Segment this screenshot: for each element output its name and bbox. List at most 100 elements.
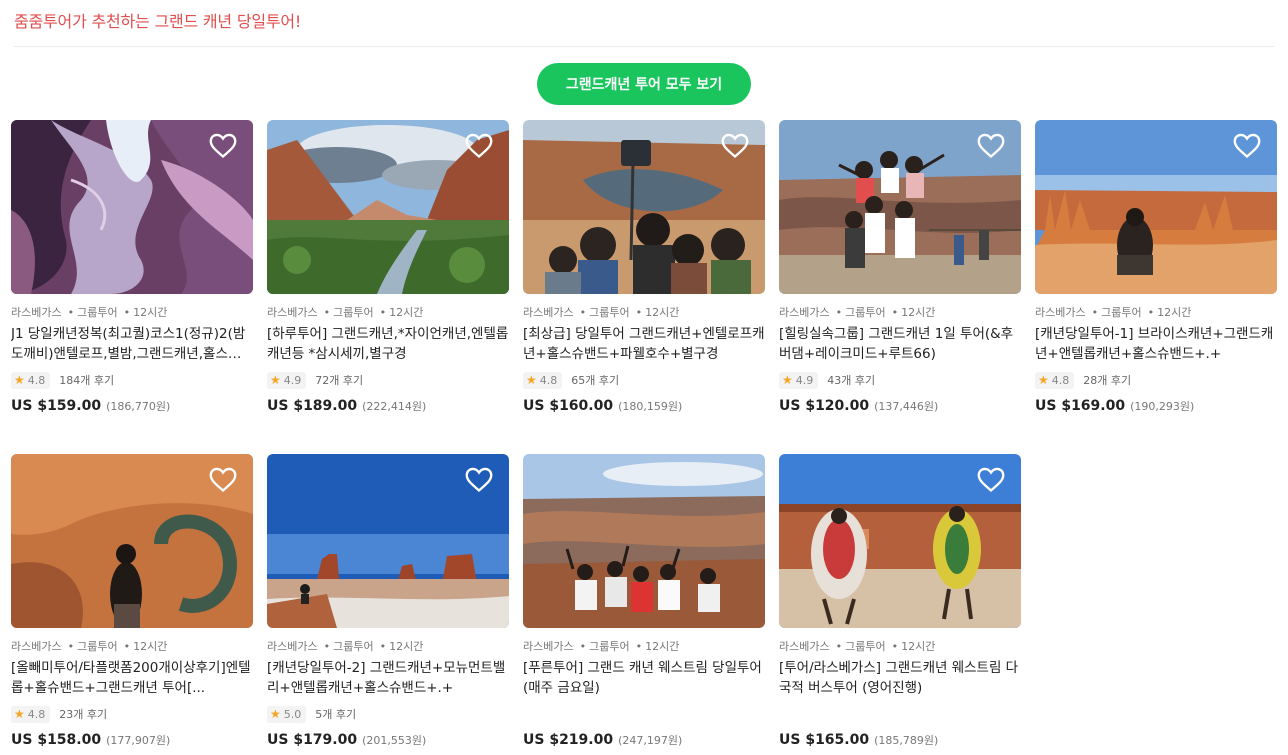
tour-city: 라스베가스: [779, 306, 830, 319]
heart-outline-icon[interactable]: [977, 467, 1005, 493]
tour-card[interactable]: 라스베가스 • 그룹투어 • 12시간 J1 당일캐년정복(최고퀄)코스1(정규)2(밤…: [11, 120, 253, 414]
rating-value: 4.9: [795, 373, 814, 387]
price-krw: (177,907원): [106, 734, 171, 747]
star-icon: ★: [782, 373, 793, 387]
review-count: 5개 후기: [315, 708, 357, 721]
price-krw: (185,789원): [874, 734, 939, 747]
tour-duration: 12시간: [645, 306, 680, 319]
tour-card[interactable]: 라스베가스 • 그룹투어 • 12시간 [투어/라스베가스] 그랜드캐년 웨스트림 다국…: [779, 454, 1021, 748]
review-count: 72개 후기: [315, 374, 364, 387]
tour-image[interactable]: [267, 454, 509, 628]
price-usd: US $159.00: [11, 398, 102, 414]
review-count: 184개 후기: [59, 374, 115, 387]
rating-badge: ★ 4.8: [1035, 371, 1075, 389]
heart-outline-icon[interactable]: [209, 133, 237, 159]
heart-outline-icon[interactable]: [977, 133, 1005, 159]
tour-card[interactable]: 라스베가스 • 그룹투어 • 12시간 [캐년당일투어-2] 그랜드캐년+모뉴먼트밸리+…: [267, 454, 509, 748]
tour-title[interactable]: [하루투어] 그랜드캐년,*자이언캐년,엔텔롭캐년등 *삼시세끼,별구경: [267, 324, 509, 364]
tour-card[interactable]: 라스베가스 • 그룹투어 • 12시간 [푸른투어] 그랜드 캐년 웨스트림 당일투어 …: [523, 454, 765, 748]
tour-city: 라스베가스: [1035, 306, 1086, 319]
tour-card[interactable]: 라스베가스 • 그룹투어 • 12시간 [최상급] 당일투어 그랜드캐년+엔텔로프캐년+…: [523, 120, 765, 414]
heart-outline-icon[interactable]: [465, 133, 493, 159]
tour-title[interactable]: [캐년당일투어-1] 브라이스캐년+그랜드캐년+앤텔롭캐년+홀스슈밴드+.+: [1035, 324, 1277, 364]
tour-duration: 12시간: [389, 640, 424, 653]
tour-duration: 12시간: [1157, 306, 1192, 319]
tour-title[interactable]: [올빼미투어/타플랫폼200개이상후기]엔텔롭+홀슈밴드+그랜드캐년 투어[..…: [11, 658, 253, 698]
star-icon: ★: [14, 707, 25, 721]
star-icon: ★: [14, 373, 25, 387]
rating-value: 4.8: [1051, 373, 1070, 387]
tour-city: 라스베가스: [267, 640, 318, 653]
divider: [14, 46, 1274, 47]
tour-city: 라스베가스: [11, 640, 62, 653]
price-usd: US $160.00: [523, 398, 614, 414]
rating-value: 4.9: [283, 373, 302, 387]
heart-outline-icon[interactable]: [721, 133, 749, 159]
rating-value: 5.0: [283, 707, 302, 721]
tour-duration: 12시간: [645, 640, 680, 653]
tour-meta: 라스베가스 • 그룹투어 • 12시간: [779, 640, 936, 653]
tour-meta: 라스베가스 • 그룹투어 • 12시간: [267, 306, 424, 319]
price-krw: (180,159원): [618, 400, 683, 413]
tour-city: 라스베가스: [523, 306, 574, 319]
tour-type: 그룹투어: [77, 640, 118, 653]
price-krw: (186,770원): [106, 400, 171, 413]
star-icon: ★: [270, 373, 281, 387]
price-krw: (201,553원): [362, 734, 427, 747]
tour-duration: 12시간: [133, 640, 168, 653]
tour-image[interactable]: [523, 120, 765, 294]
rating-value: 4.8: [27, 373, 46, 387]
rating-badge: ★ 4.8: [523, 371, 563, 389]
tour-city: 라스베가스: [267, 306, 318, 319]
price-usd: US $165.00: [779, 732, 870, 748]
tour-image[interactable]: [523, 454, 765, 628]
heart-outline-icon[interactable]: [465, 467, 493, 493]
tour-image[interactable]: [1035, 120, 1277, 294]
rating-value: 4.8: [27, 707, 46, 721]
tour-title[interactable]: [투어/라스베가스] 그랜드캐년 웨스트림 다국적 버스투어 (영어진행): [779, 658, 1021, 698]
review-count: 65개 후기: [571, 374, 620, 387]
heart-outline-icon[interactable]: [1233, 133, 1261, 159]
review-count: 23개 후기: [59, 708, 108, 721]
tour-city: 라스베가스: [779, 640, 830, 653]
tour-card[interactable]: 라스베가스 • 그룹투어 • 12시간 [캐년당일투어-1] 브라이스캐년+그랜드캐년+…: [1035, 120, 1277, 414]
price-krw: (190,293원): [1130, 400, 1195, 413]
tour-meta: 라스베가스 • 그룹투어 • 12시간: [11, 640, 168, 653]
review-count: 43개 후기: [827, 374, 876, 387]
star-icon: ★: [526, 373, 537, 387]
heart-outline-icon[interactable]: [209, 467, 237, 493]
tour-type: 그룹투어: [1101, 306, 1142, 319]
price-krw: (137,446원): [874, 400, 939, 413]
tour-title[interactable]: [푸른투어] 그랜드 캐년 웨스트림 당일투어 (매주 금요일): [523, 658, 765, 698]
tour-image[interactable]: [11, 454, 253, 628]
tour-title[interactable]: J1 당일캐년정복(최고퀄)코스1(정규)2(밤도깨비)앤텔로프,별밤,그랜드캐…: [11, 324, 253, 364]
rating-badge: ★ 5.0: [267, 705, 307, 723]
tour-duration: 12시간: [901, 640, 936, 653]
price-usd: US $169.00: [1035, 398, 1126, 414]
tour-title[interactable]: [최상급] 당일투어 그랜드캐년+엔텔로프캐년+홀스슈밴드+파웰호수+별구경: [523, 324, 765, 364]
tour-card[interactable]: 라스베가스 • 그룹투어 • 12시간 [하루투어] 그랜드캐년,*자이언캐년,엔텔롭캐…: [267, 120, 509, 414]
tour-type: 그룹투어: [589, 640, 630, 653]
tour-image[interactable]: [267, 120, 509, 294]
tour-city: 라스베가스: [523, 640, 574, 653]
tour-type: 그룹투어: [333, 306, 374, 319]
tour-image[interactable]: [779, 454, 1021, 628]
view-all-grand-canyon-tours-button[interactable]: 그랜드캐년 투어 모두 보기: [537, 63, 751, 105]
tour-card[interactable]: 라스베가스 • 그룹투어 • 12시간 [올빼미투어/타플랫폼200개이상후기]엔텔롭+…: [11, 454, 253, 748]
tour-meta: 라스베가스 • 그룹투어 • 12시간: [779, 306, 936, 319]
rating-badge: ★ 4.8: [11, 705, 51, 723]
tour-title[interactable]: [캐년당일투어-2] 그랜드캐년+모뉴먼트밸리+앤텔롭캐년+홀스슈밴드+.+: [267, 658, 509, 698]
tour-type: 그룹투어: [589, 306, 630, 319]
price-usd: US $120.00: [779, 398, 870, 414]
tour-card[interactable]: 라스베가스 • 그룹투어 • 12시간 [힐링실속그룹] 그랜드캐년 1일 투어(&후버…: [779, 120, 1021, 414]
tour-duration: 12시간: [389, 306, 424, 319]
tour-meta: 라스베가스 • 그룹투어 • 12시간: [523, 306, 680, 319]
tour-meta: 라스베가스 • 그룹투어 • 12시간: [267, 640, 424, 653]
price-krw: (247,197원): [618, 734, 683, 747]
tour-image[interactable]: [11, 120, 253, 294]
tour-image[interactable]: [779, 120, 1021, 294]
rating-badge: ★ 4.9: [267, 371, 307, 389]
tour-title[interactable]: [힐링실속그룹] 그랜드캐년 1일 투어(&후버댐+레이크미드+루트66): [779, 324, 1021, 364]
tour-type: 그룹투어: [845, 306, 886, 319]
price-usd: US $189.00: [267, 398, 358, 414]
